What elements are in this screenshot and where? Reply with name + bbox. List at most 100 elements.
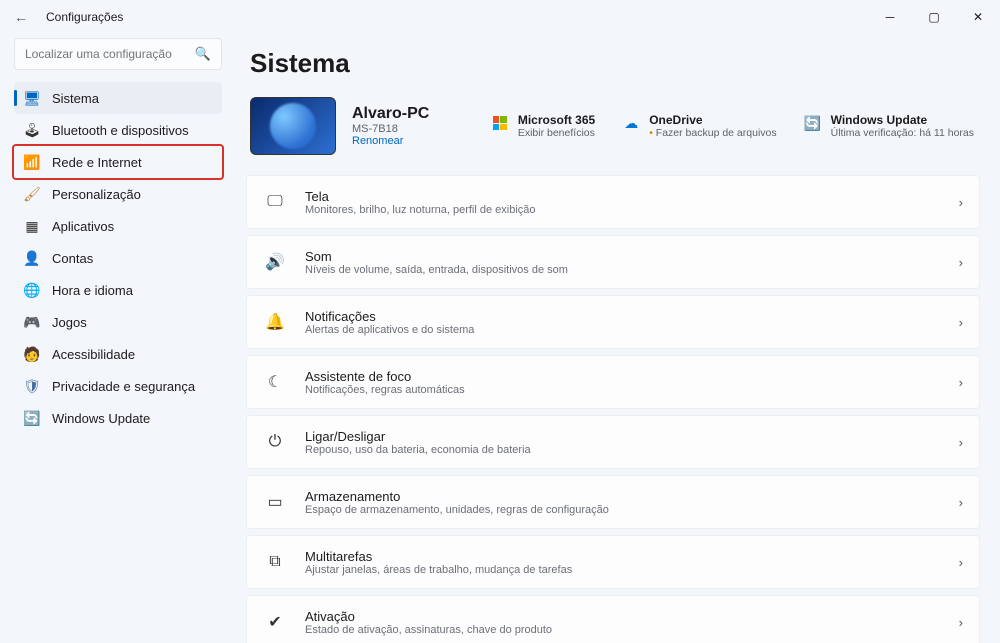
card-title: Assistente de foco xyxy=(305,369,959,384)
nav-item-aplicativos[interactable]: ▦ Aplicativos xyxy=(14,210,222,242)
link-sub: Exibir benefícios xyxy=(518,127,595,139)
card-tela[interactable]: 🖵 TelaMonitores, brilho, luz noturna, per… xyxy=(246,175,980,229)
link-title: Microsoft 365 xyxy=(518,113,595,127)
nav-label: Sistema xyxy=(52,91,99,106)
nav-item-windows-update[interactable]: 🔄Windows Update xyxy=(14,402,222,434)
card-ativacao[interactable]: ✔ AtivaçãoEstado de ativação, assinaturas… xyxy=(246,595,980,643)
link-title: Windows Update xyxy=(831,113,974,127)
nav-item-sistema[interactable]: 🖥 Sistema xyxy=(14,82,222,114)
sound-icon: 🔊 xyxy=(263,252,287,272)
page-heading: Sistema xyxy=(250,48,980,79)
nav-label: Contas xyxy=(52,251,93,266)
link-sub: Última verificação: há 11 horas xyxy=(831,127,974,139)
card-title: Armazenamento xyxy=(305,489,959,504)
card-multitarefas[interactable]: ⧉ MultitarefasAjustar janelas, áreas de t… xyxy=(246,535,980,589)
pc-info: Alvaro-PC MS-7B18 Renomear xyxy=(352,105,429,147)
display-icon: 🖥 xyxy=(22,90,42,107)
brush-icon: 🖌 xyxy=(22,186,42,203)
chevron-right-icon: › xyxy=(959,615,963,630)
card-sub: Notificações, regras automáticas xyxy=(305,384,959,396)
nav-item-rede[interactable]: 📶 Rede e Internet xyxy=(14,146,222,178)
game-icon: 🎮 xyxy=(22,314,42,331)
sidebar: 🔍 🖥 Sistema 🕹 Bluetooth e dispositivos 📶 Re… xyxy=(0,34,232,643)
storage-icon: ▭ xyxy=(263,492,287,512)
chevron-right-icon: › xyxy=(959,315,963,330)
card-notificacoes[interactable]: 🔔 NotificaçõesAlertas de aplicativos e do… xyxy=(246,295,980,349)
nav-list: 🖥 Sistema 🕹 Bluetooth e dispositivos 📶 Rede… xyxy=(14,82,222,434)
nav-item-personalizacao[interactable]: 🖌 Personalização xyxy=(14,178,222,210)
nav-item-privacidade[interactable]: 🛡 Privacidade e segurança xyxy=(14,370,222,402)
link-microsoft365[interactable]: Microsoft 365 Exibir benefícios xyxy=(490,113,595,139)
power-icon: ⏻ xyxy=(263,433,287,451)
search-box[interactable]: 🔍 xyxy=(14,38,222,70)
chevron-right-icon: › xyxy=(959,375,963,390)
multitask-icon: ⧉ xyxy=(263,553,287,571)
nav-item-hora[interactable]: 🌐Hora e idioma xyxy=(14,274,222,306)
device-header: Alvaro-PC MS-7B18 Renomear Microsoft 365… xyxy=(246,97,980,155)
card-sub: Estado de ativação, assinaturas, chave d… xyxy=(305,624,959,636)
nav-item-jogos[interactable]: 🎮 Jogos xyxy=(14,306,222,338)
card-sub: Espaço de armazenamento, unidades, regra… xyxy=(305,504,959,516)
card-title: Ativação xyxy=(305,609,959,624)
pc-model: MS-7B18 xyxy=(352,123,429,135)
back-button[interactable]: ← xyxy=(14,9,32,25)
titlebar: ← Configurações ─ ▢ ✕ xyxy=(0,0,1000,34)
link-title: OneDrive xyxy=(649,113,776,127)
card-armazenamento[interactable]: ▭ ArmazenamentoEspaço de armazenamento, u… xyxy=(246,475,980,529)
nav-label: Hora e idioma xyxy=(52,283,133,298)
search-icon: 🔍 xyxy=(195,46,211,62)
header-links: Microsoft 365 Exibir benefícios ☁ OneDri… xyxy=(490,113,980,139)
card-som[interactable]: 🔊SomNíveis de volume, saída, entrada, di… xyxy=(246,235,980,289)
nav-label: Personalização xyxy=(52,187,141,202)
update-icon: 🔄 xyxy=(803,113,823,133)
chevron-right-icon: › xyxy=(959,255,963,270)
nav-label: Acessibilidade xyxy=(52,347,135,362)
card-title: Multitarefas xyxy=(305,549,959,564)
card-ligar[interactable]: ⏻ Ligar/DesligarRepouso, uso da bateria, … xyxy=(246,415,980,469)
card-sub: Alertas de aplicativos e do sistema xyxy=(305,324,959,336)
bell-icon: 🔔 xyxy=(263,312,287,332)
shield-icon: 🛡 xyxy=(22,378,42,395)
bluetooth-icon: 🕹 xyxy=(22,122,42,139)
card-title: Som xyxy=(305,249,959,264)
nav-label: Rede e Internet xyxy=(52,155,142,170)
card-title: Tela xyxy=(305,189,959,204)
link-onedrive[interactable]: ☁ OneDrive • Fazer backup de arquivos xyxy=(621,113,776,139)
close-button[interactable]: ✕ xyxy=(956,0,1000,34)
nav-item-contas[interactable]: 👤 Contas xyxy=(14,242,222,274)
card-title: Notificações xyxy=(305,309,959,324)
card-foco[interactable]: ☾ Assistente de focoNotificações, regras … xyxy=(246,355,980,409)
apps-icon: ▦ xyxy=(22,218,42,235)
accessibility-icon: 🧑 xyxy=(22,346,42,363)
search-input[interactable] xyxy=(25,47,195,61)
nav-item-bluetooth[interactable]: 🕹 Bluetooth e dispositivos xyxy=(14,114,222,146)
minimize-button[interactable]: ─ xyxy=(868,0,912,34)
user-icon: 👤 xyxy=(22,250,42,267)
window-controls: ─ ▢ ✕ xyxy=(868,0,1000,34)
nav-item-acessibilidade[interactable]: 🧑 Acessibilidade xyxy=(14,338,222,370)
nav-label: Aplicativos xyxy=(52,219,114,234)
nav-label: Privacidade e segurança xyxy=(52,379,195,394)
pc-thumbnail[interactable] xyxy=(250,97,336,155)
wifi-icon: 📶 xyxy=(22,154,42,171)
m365-icon xyxy=(490,113,510,133)
pc-name: Alvaro-PC xyxy=(352,105,429,123)
moon-icon: ☾ xyxy=(263,372,287,392)
link-sub: • Fazer backup de arquivos xyxy=(649,127,776,139)
card-sub: Monitores, brilho, luz noturna, perfil d… xyxy=(305,204,959,216)
link-windows-update[interactable]: 🔄 Windows Update Última verificação: há … xyxy=(803,113,974,139)
nav-label: Jogos xyxy=(52,315,87,330)
card-title: Ligar/Desligar xyxy=(305,429,959,444)
onedrive-icon: ☁ xyxy=(621,113,641,133)
rename-link[interactable]: Renomear xyxy=(352,135,429,147)
settings-cards: 🖵 TelaMonitores, brilho, luz noturna, per… xyxy=(246,175,980,643)
chevron-right-icon: › xyxy=(959,555,963,570)
display-icon: 🖵 xyxy=(263,193,287,211)
nav-label: Bluetooth e dispositivos xyxy=(52,123,189,138)
card-sub: Ajustar janelas, áreas de trabalho, muda… xyxy=(305,564,959,576)
card-sub: Repouso, uso da bateria, economia de bat… xyxy=(305,444,959,456)
check-icon: ✔ xyxy=(263,612,287,632)
maximize-button[interactable]: ▢ xyxy=(912,0,956,34)
update-icon: 🔄 xyxy=(22,410,42,427)
main-content: Sistema Alvaro-PC MS-7B18 Renomear Micro… xyxy=(232,34,1000,643)
